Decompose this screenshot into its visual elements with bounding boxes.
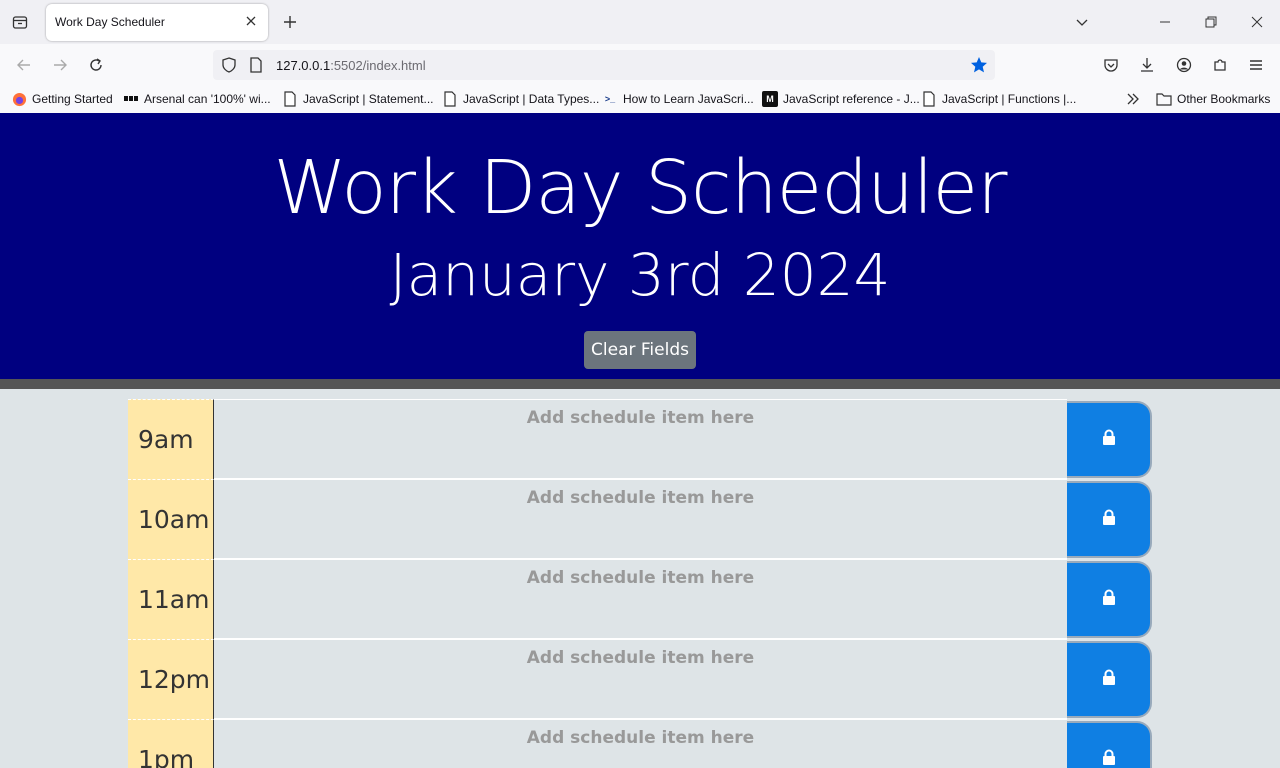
hour-label: 9am [138, 425, 194, 454]
description-cell [214, 639, 1067, 719]
schedule-list: 9am 10am 11am 12pm [128, 399, 1152, 768]
url-host: 127.0.0.1 [276, 58, 331, 73]
hour-label-cell: 11am [128, 559, 214, 639]
url-bar[interactable]: 127.0.0.1:5502/index.html [213, 50, 995, 80]
new-tab-icon[interactable] [280, 12, 300, 32]
bookmark-item[interactable]: Getting Started [11, 90, 113, 108]
more-bookmarks-icon[interactable] [1126, 90, 1140, 108]
hour-label-cell: 9am [128, 399, 214, 479]
page-icon [442, 91, 458, 107]
tab-list-icon[interactable] [10, 12, 30, 32]
header: Work Day Scheduler January 3rd 2024 Clea… [0, 113, 1280, 389]
url-path: :5502/index.html [330, 58, 426, 73]
hour-label: 11am [138, 585, 210, 614]
reload-icon[interactable] [85, 54, 107, 76]
page-icon [921, 91, 937, 107]
save-button[interactable] [1067, 561, 1152, 638]
description-input[interactable] [214, 640, 1067, 718]
time-block: 12pm [128, 639, 1152, 719]
lock-icon [1102, 749, 1116, 768]
bookmark-item[interactable]: JavaScript | Functions |... [921, 90, 1076, 108]
current-date: January 3rd 2024 [389, 241, 891, 309]
save-button[interactable] [1067, 721, 1152, 768]
news-icon [123, 91, 139, 107]
account-icon[interactable] [1173, 54, 1195, 76]
bookmark-label: Getting Started [32, 92, 113, 106]
terminal-icon: >_ [604, 94, 616, 104]
bookmark-item[interactable]: JavaScript | Data Types... [442, 90, 599, 108]
restore-icon[interactable] [1201, 12, 1221, 32]
firefox-icon [11, 91, 27, 107]
bookmark-item[interactable]: M JavaScript reference - J... [762, 90, 920, 108]
lock-icon [1102, 589, 1116, 610]
save-button[interactable] [1067, 481, 1152, 558]
shield-icon[interactable] [221, 57, 237, 78]
time-block: 9am [128, 399, 1152, 479]
back-icon[interactable] [13, 54, 35, 76]
time-block: 11am [128, 559, 1152, 639]
bookmark-item[interactable]: Arsenal can '100%' wi... [123, 90, 271, 108]
time-block: 10am [128, 479, 1152, 559]
description-input[interactable] [214, 480, 1067, 558]
hour-label: 12pm [138, 665, 211, 694]
lock-icon [1102, 429, 1116, 450]
lock-icon [1102, 669, 1116, 690]
description-cell [214, 479, 1067, 559]
bookmark-label: JavaScript | Data Types... [463, 92, 600, 106]
pocket-icon[interactable] [1100, 54, 1122, 76]
bookmark-label: JavaScript reference - J... [783, 92, 920, 106]
bookmark-label: Arsenal can '100%' wi... [144, 92, 271, 106]
clear-fields-button[interactable]: Clear Fields [584, 331, 696, 369]
description-cell [214, 399, 1067, 479]
url-text[interactable]: 127.0.0.1:5502/index.html [276, 58, 426, 73]
menu-icon[interactable] [1245, 54, 1267, 76]
page-icon[interactable] [249, 57, 263, 78]
bookmark-label: JavaScript | Statement... [303, 92, 434, 106]
bookmark-item[interactable]: JavaScript | Statement... [282, 90, 434, 108]
description-cell [214, 559, 1067, 639]
bookmark-label: Other Bookmarks [1177, 92, 1271, 106]
close-icon[interactable] [243, 13, 259, 29]
folder-icon [1156, 91, 1172, 107]
chevron-down-icon[interactable] [1072, 12, 1092, 32]
page-content: Work Day Scheduler January 3rd 2024 Clea… [0, 113, 1280, 768]
browser-tab[interactable]: Work Day Scheduler [46, 4, 268, 41]
page-title: Work Day Scheduler [273, 145, 1007, 231]
window-close-icon[interactable] [1247, 12, 1267, 32]
bookmark-label: How to Learn JavaScri... [623, 92, 754, 106]
tab-title: Work Day Scheduler [55, 15, 165, 29]
description-cell [214, 719, 1067, 768]
bookmark-label: JavaScript | Functions |... [942, 92, 1077, 106]
description-input[interactable] [214, 560, 1067, 638]
other-bookmarks[interactable]: Other Bookmarks [1156, 90, 1270, 108]
description-input[interactable] [214, 400, 1067, 478]
hour-label-cell: 1pm [128, 719, 214, 768]
tab-bar: Work Day Scheduler [0, 0, 1280, 44]
bookmark-item[interactable]: >_ How to Learn JavaScri... [602, 90, 754, 108]
mdn-icon: M [762, 91, 778, 107]
forward-icon[interactable] [49, 54, 71, 76]
download-icon[interactable] [1136, 54, 1158, 76]
time-block: 1pm [128, 719, 1152, 768]
hour-label-cell: 12pm [128, 639, 214, 719]
nav-bar: 127.0.0.1:5502/index.html [0, 44, 1280, 85]
hour-label: 10am [138, 505, 210, 534]
save-button[interactable] [1067, 401, 1152, 478]
bookmarks-bar: Getting Started Arsenal can '100%' wi...… [0, 85, 1280, 113]
lock-icon [1102, 509, 1116, 530]
star-icon[interactable] [970, 56, 988, 79]
hour-label: 1pm [138, 745, 195, 768]
minimize-icon[interactable] [1155, 12, 1175, 32]
hour-label-cell: 10am [128, 479, 214, 559]
description-input[interactable] [214, 720, 1067, 768]
extensions-icon[interactable] [1209, 54, 1231, 76]
page-icon [282, 91, 298, 107]
save-button[interactable] [1067, 641, 1152, 718]
